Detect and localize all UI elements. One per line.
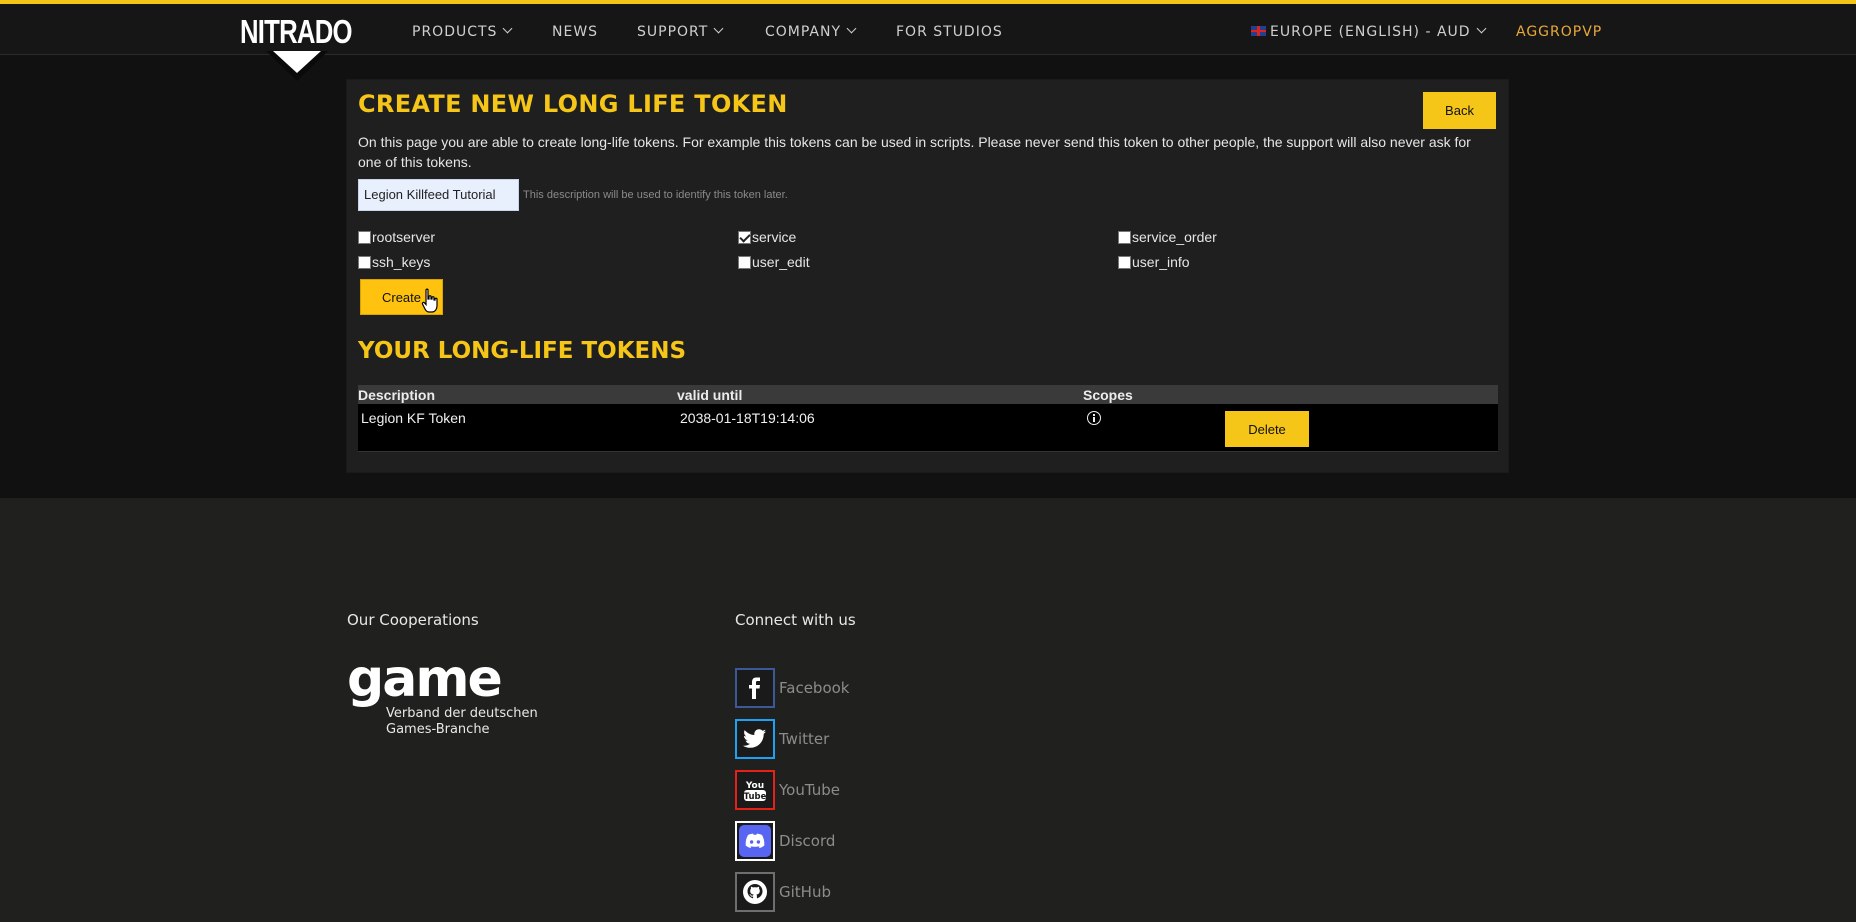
youtube-icon: You Tube	[735, 770, 775, 810]
scope-label: ssh_keys	[372, 254, 431, 270]
scope-service[interactable]: service	[738, 229, 796, 245]
scope-ssh-keys[interactable]: ssh_keys	[358, 254, 430, 270]
svg-text:You: You	[745, 781, 764, 791]
nitrado-logo[interactable]: NITRADO	[240, 13, 353, 51]
scope-checkbox[interactable]	[358, 255, 371, 269]
nav-support-label: SUPPORT	[637, 24, 709, 40]
scope-checkbox[interactable]	[1118, 255, 1131, 269]
social-label: Facebook	[779, 679, 850, 697]
twitter-icon	[735, 719, 775, 759]
scope-checkbox[interactable]	[738, 230, 751, 244]
scope-checkbox[interactable]	[738, 255, 751, 269]
game-logo-subtitle: Verband der deutschen Games-Branche	[386, 706, 538, 738]
scope-label: service	[752, 229, 797, 245]
delete-token-button[interactable]: Delete	[1225, 411, 1309, 447]
social-label: GitHub	[779, 883, 831, 901]
scope-checkbox[interactable]	[358, 230, 371, 244]
cooperations-title: Our Cooperations	[347, 611, 479, 629]
region-selector[interactable]: EUROPE (ENGLISH) - AUD	[1251, 23, 1487, 40]
social-label: Twitter	[779, 730, 830, 748]
nav-news-label: NEWS	[552, 24, 599, 40]
scope-rootserver[interactable]: rootserver	[358, 229, 435, 245]
footer	[0, 498, 1856, 922]
nav-for-studios-label: FOR STUDIOS	[896, 24, 1003, 40]
nav-products[interactable]: PRODUCTS	[412, 23, 513, 40]
scope-user-edit[interactable]: user_edit	[738, 254, 810, 270]
nav-news[interactable]: NEWS	[552, 24, 598, 40]
description-input[interactable]: Legion Killfeed Tutorial	[358, 179, 519, 211]
social-label: YouTube	[779, 781, 840, 799]
column-header-description: Description	[358, 387, 436, 403]
facebook-icon	[735, 668, 775, 708]
scope-label: rootserver	[372, 229, 436, 245]
github-icon	[735, 872, 775, 912]
scope-label: service_order	[1132, 229, 1217, 245]
tokens-section-title: YOUR LONG-LIFE TOKENS	[358, 338, 687, 364]
social-label: Discord	[779, 832, 836, 850]
nav-products-label: PRODUCTS	[412, 24, 498, 40]
tokens-table-header: Description valid until Scopes	[358, 385, 1498, 404]
discord-icon	[735, 821, 775, 861]
chevron-down-icon	[502, 23, 513, 34]
nav-for-studios[interactable]: FOR STUDIOS	[896, 24, 1003, 40]
social-link-discord[interactable]: Discord	[735, 821, 835, 861]
page-title: CREATE NEW LONG LIFE TOKEN	[358, 90, 788, 118]
info-icon[interactable]	[1087, 411, 1101, 425]
scope-service-order[interactable]: service_order	[1118, 229, 1217, 245]
social-link-youtube[interactable]: You Tube YouTube	[735, 770, 840, 810]
region-label: EUROPE (ENGLISH) - AUD	[1270, 24, 1471, 40]
social-link-twitter[interactable]: Twitter	[735, 719, 829, 759]
scope-checkbox[interactable]	[1118, 230, 1131, 244]
social-link-github[interactable]: GitHub	[735, 872, 831, 912]
token-description: Legion KF Token	[361, 410, 466, 426]
column-header-valid-until: valid until	[677, 387, 743, 403]
description-hint: This description will be used to identif…	[523, 189, 788, 201]
table-row: Legion KF Token 2038-01-18T19:14:06	[358, 404, 1498, 452]
logo-pointer	[273, 51, 321, 73]
uk-flag-icon	[1251, 26, 1266, 36]
scope-user-info[interactable]: user_info	[1118, 254, 1190, 270]
navbar: NITRADO PRODUCTS NEWS SUPPORT COMPANY FO…	[0, 4, 1856, 55]
social-link-facebook[interactable]: Facebook	[735, 668, 849, 708]
nav-support[interactable]: SUPPORT	[637, 23, 724, 40]
token-valid-until: 2038-01-18T19:14:06	[680, 410, 815, 426]
intro-text: On this page you are able to create long…	[358, 134, 1471, 170]
column-header-scopes: Scopes	[1083, 387, 1133, 403]
nav-company[interactable]: COMPANY	[765, 23, 857, 40]
svg-text:Tube: Tube	[744, 792, 767, 802]
nav-company-label: COMPANY	[765, 24, 842, 40]
hand-cursor-icon	[421, 288, 438, 313]
chevron-down-icon	[846, 23, 857, 34]
game-sub-line-2: Games-Branche	[386, 722, 490, 737]
user-account-link[interactable]: AGGROPVP	[1516, 24, 1602, 40]
game-sub-line-1: Verband der deutschen	[386, 706, 538, 721]
scope-label: user_info	[1132, 254, 1190, 270]
scope-label: user_edit	[752, 254, 810, 270]
back-button[interactable]: Back	[1423, 92, 1496, 129]
chevron-down-icon	[1476, 23, 1487, 34]
connect-title: Connect with us	[735, 611, 856, 629]
chevron-down-icon	[713, 23, 724, 34]
game-logo[interactable]: game	[347, 653, 503, 705]
